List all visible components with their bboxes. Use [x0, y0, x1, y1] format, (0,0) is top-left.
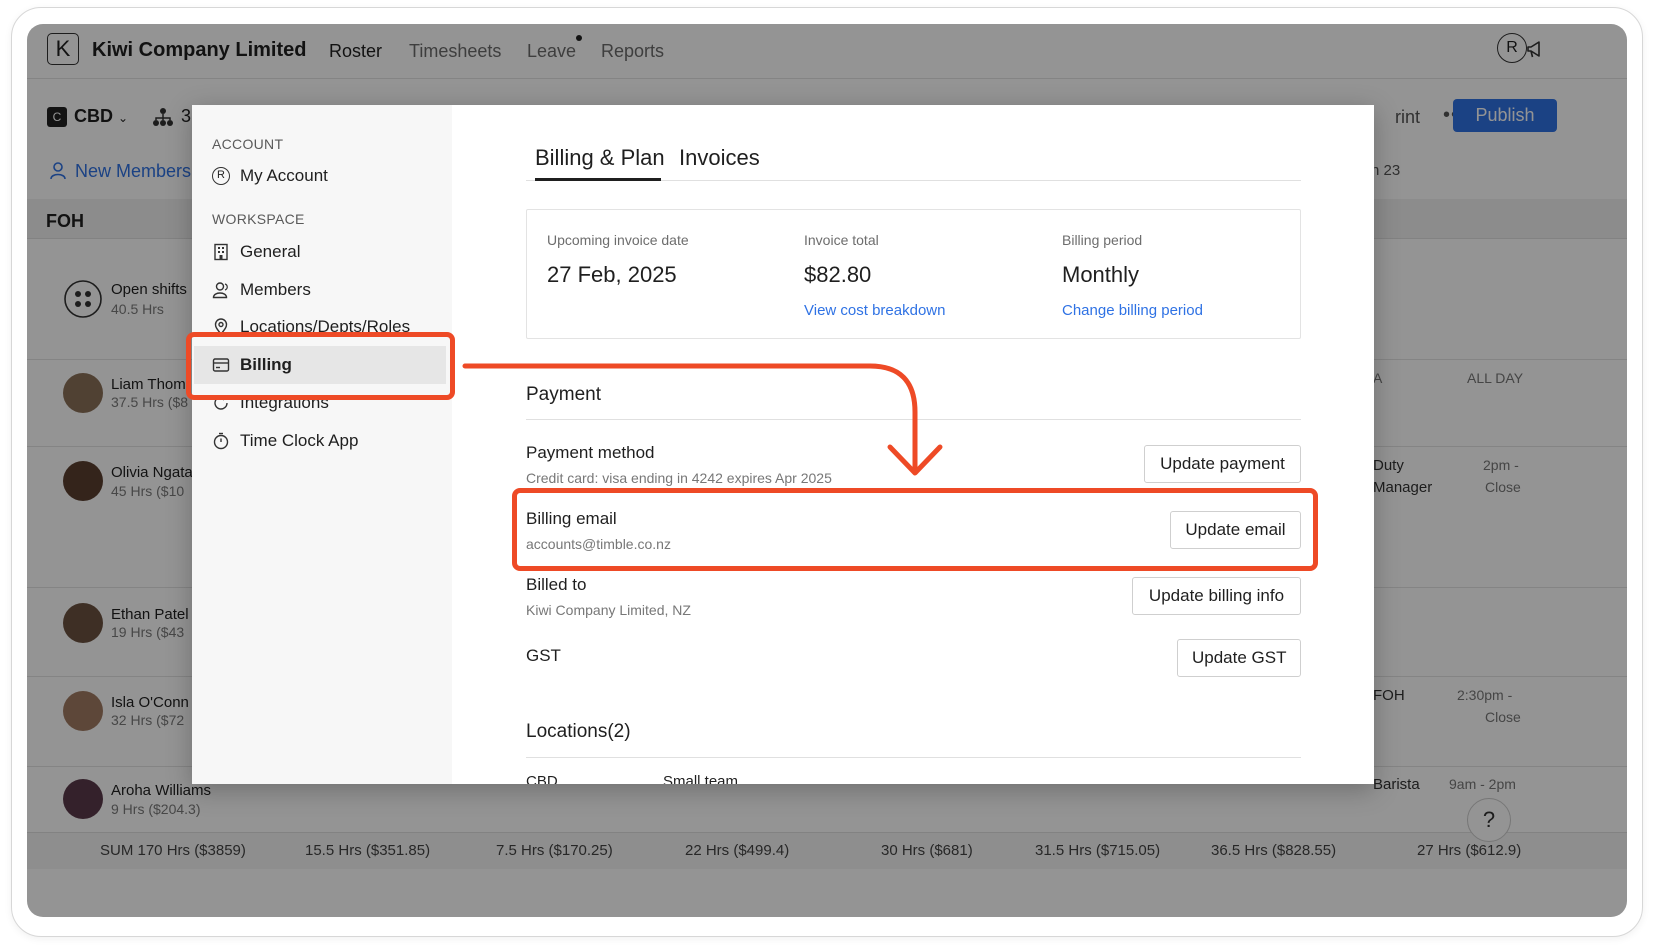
- active-tab-indicator: [535, 178, 661, 181]
- payment-method-value: Credit card: visa ending in 4242 expires…: [526, 470, 832, 486]
- stopwatch-icon: [213, 432, 229, 450]
- locations-title: Locations(2): [526, 721, 631, 742]
- change-billing-period-link[interactable]: Change billing period: [1062, 302, 1203, 319]
- upcoming-invoice-label: Upcoming invoice date: [547, 232, 689, 248]
- sidebar-item-label: Members: [240, 280, 311, 299]
- tab-billing-plan[interactable]: Billing & Plan: [535, 145, 665, 171]
- update-payment-button[interactable]: Update payment: [1144, 445, 1301, 483]
- sidebar-item-general[interactable]: General: [212, 242, 300, 262]
- location-row-name: CBD: [526, 773, 558, 784]
- sidebar-item-time-clock[interactable]: Time Clock App: [212, 431, 358, 451]
- payment-method-label: Payment method: [526, 443, 655, 462]
- billed-to-value: Kiwi Company Limited, NZ: [526, 602, 691, 618]
- invoice-summary-card: Upcoming invoice date 27 Feb, 2025 Invoi…: [526, 209, 1301, 339]
- members-icon: [212, 282, 228, 299]
- sidebar-item-label: General: [240, 242, 301, 261]
- upcoming-invoice-value: 27 Feb, 2025: [547, 262, 677, 287]
- payment-title: Payment: [526, 384, 601, 405]
- billed-to-label: Billed to: [526, 575, 587, 594]
- billing-highlight-annotation: [186, 332, 455, 400]
- email-highlight-annotation: [512, 488, 1318, 571]
- sidebar-item-members[interactable]: Members: [212, 280, 311, 300]
- workspace-header: WORKSPACE: [212, 211, 305, 227]
- billing-period-value: Monthly: [1062, 262, 1140, 287]
- account-avatar-icon: R: [212, 167, 230, 185]
- view-cost-breakdown-link[interactable]: View cost breakdown: [804, 302, 945, 319]
- billing-panel: Billing & Plan Invoices Upcoming invoice…: [452, 105, 1374, 784]
- invoice-total-value: $82.80: [804, 262, 872, 287]
- billing-period-label: Billing period: [1062, 232, 1143, 248]
- update-gst-button[interactable]: Update GST: [1177, 639, 1301, 677]
- location-row-plan: Small team: [663, 773, 739, 784]
- building-icon: [214, 243, 228, 261]
- sidebar-item-label: My Account: [240, 166, 328, 185]
- gst-label: GST: [526, 646, 561, 665]
- account-header: ACCOUNT: [212, 136, 284, 152]
- section-divider: [526, 757, 1301, 758]
- tab-invoices[interactable]: Invoices: [679, 145, 760, 171]
- invoice-total-label: Invoice total: [804, 232, 879, 248]
- sidebar-item-label: Time Clock App: [240, 431, 359, 450]
- settings-modal: ACCOUNT R My Account WORKSPACE General M…: [192, 105, 1374, 784]
- settings-sidebar: ACCOUNT R My Account WORKSPACE General M…: [192, 105, 452, 784]
- section-divider: [526, 419, 1301, 420]
- sidebar-item-my-account[interactable]: R My Account: [212, 166, 328, 186]
- update-billing-info-button[interactable]: Update billing info: [1132, 577, 1301, 615]
